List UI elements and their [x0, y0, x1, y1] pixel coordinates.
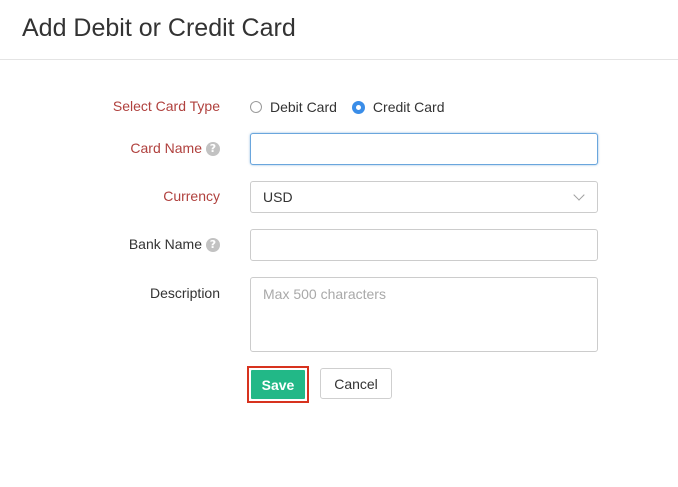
currency-label: Currency: [163, 188, 220, 204]
credit-card-radio-label[interactable]: Credit Card: [373, 99, 445, 115]
card-name-label: Card Name?: [130, 140, 220, 156]
debit-card-radio[interactable]: Debit Card: [250, 99, 337, 115]
card-type-radio-group: Debit Card Credit Card: [250, 98, 460, 116]
help-icon[interactable]: ?: [206, 238, 220, 252]
card-type-label-text: Select Card Type: [112, 98, 220, 114]
description-textarea[interactable]: [250, 277, 598, 352]
bank-name-input[interactable]: [250, 229, 598, 261]
debit-card-radio-label[interactable]: Debit Card: [270, 99, 337, 115]
currency-label-text: Currency: [163, 188, 220, 204]
currency-select[interactable]: USD: [250, 181, 598, 213]
description-label-text: Description: [149, 285, 220, 301]
help-icon[interactable]: ?: [206, 142, 220, 156]
credit-card-radio-circle[interactable]: [351, 100, 365, 114]
currency-select-value: USD: [263, 189, 293, 205]
bank-name-label-text: Bank Name: [128, 236, 202, 252]
card-name-label-text: Card Name: [130, 140, 202, 156]
debit-card-radio-circle[interactable]: [250, 101, 262, 113]
bank-name-label: Bank Name?: [129, 236, 220, 252]
card-name-input[interactable]: [250, 133, 598, 165]
save-button[interactable]: Save: [251, 370, 305, 399]
page-title: Add Debit or Credit Card: [22, 14, 296, 42]
page-header: Add Debit or Credit Card: [0, 0, 678, 60]
chevron-down-icon: [573, 189, 585, 201]
description-label: Description: [150, 285, 220, 301]
credit-card-radio[interactable]: Credit Card: [351, 99, 445, 115]
cancel-button[interactable]: Cancel: [320, 368, 392, 399]
card-type-label: Select Card Type: [113, 98, 220, 114]
